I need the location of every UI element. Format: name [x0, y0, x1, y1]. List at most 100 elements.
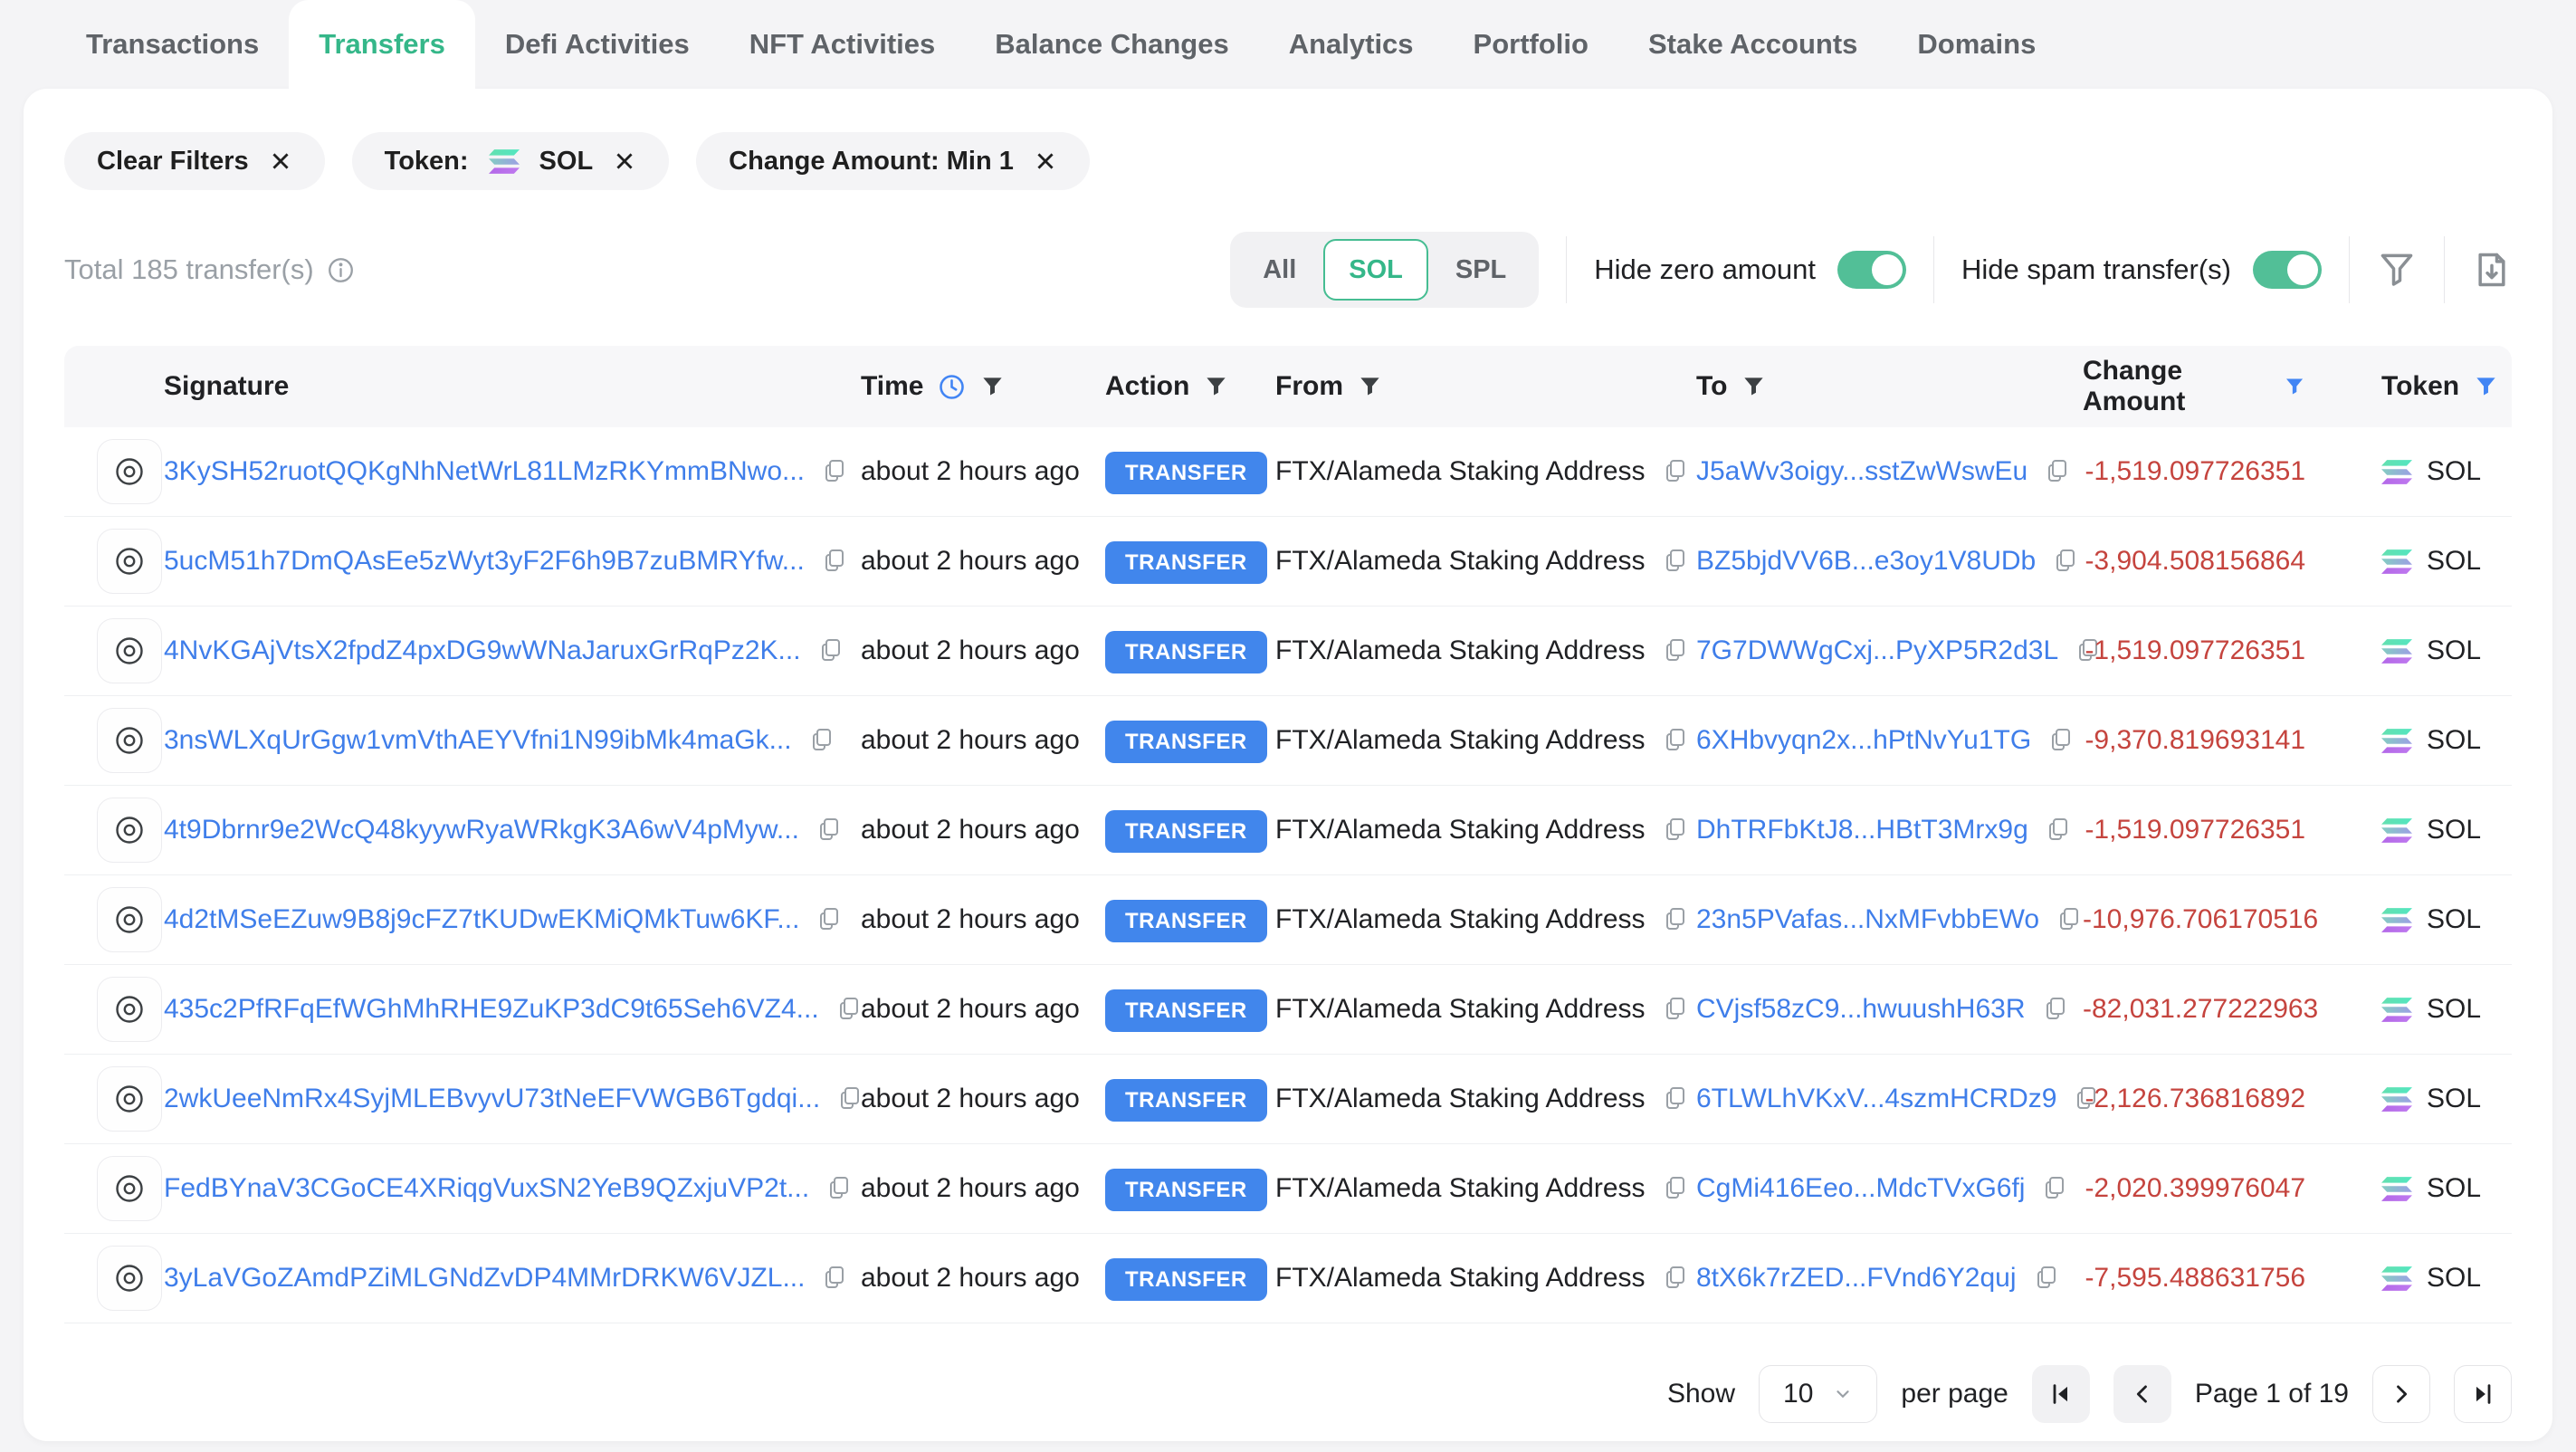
segmented-option[interactable]: SOL [1323, 239, 1428, 301]
first-page-button[interactable] [2032, 1365, 2090, 1423]
tab[interactable]: Portfolio [1444, 0, 1618, 89]
info-icon[interactable] [327, 256, 355, 284]
close-icon[interactable] [613, 149, 636, 173]
signature-link[interactable]: 4NvKGAjVtsX2fpdZ4pxDG9wWNaJaruxGrRqPz2K.… [164, 635, 801, 666]
copy-to-button[interactable] [2045, 817, 2072, 844]
filter-icon[interactable] [1741, 375, 1766, 399]
filter-icon-active[interactable] [2284, 375, 2305, 399]
copy-from-button[interactable] [1662, 996, 1689, 1023]
segmented-option[interactable]: All [1237, 239, 1321, 301]
preview-button[interactable] [97, 439, 162, 504]
close-icon[interactable] [269, 149, 292, 173]
tab[interactable]: Balance Changes [965, 0, 1258, 89]
copy-signature-button[interactable] [817, 637, 844, 664]
next-page-button[interactable] [2372, 1365, 2430, 1423]
copy-signature-button[interactable] [816, 906, 843, 933]
divider [1933, 236, 1934, 303]
column-change-amount: Change Amount [2083, 356, 2309, 417]
to-address-link[interactable]: 23n5PVafas...NxMFvbbEWo [1696, 904, 2039, 935]
to-address-link[interactable]: 7G7DWWgCxj...PyXP5R2d3L [1696, 635, 2058, 666]
preview-button[interactable] [97, 1156, 162, 1221]
copy-signature-button[interactable] [821, 458, 848, 485]
from-cell: FTX/Alameda Staking Address [1268, 815, 1689, 845]
last-page-button[interactable] [2454, 1365, 2512, 1423]
tab[interactable]: Domains [1887, 0, 2066, 89]
copy-to-button[interactable] [2052, 548, 2079, 575]
preview-icon [114, 1173, 145, 1204]
preview-button[interactable] [97, 1246, 162, 1311]
segmented-option[interactable]: SPL [1430, 239, 1531, 301]
copy-signature-button[interactable] [835, 996, 863, 1023]
copy-to-button[interactable] [2044, 458, 2071, 485]
copy-from-button[interactable] [1662, 727, 1689, 754]
copy-to-button[interactable] [2042, 996, 2069, 1023]
copy-to-button[interactable] [2041, 1175, 2068, 1202]
page-size-select[interactable]: 10 [1759, 1365, 1877, 1423]
copy-signature-button[interactable] [836, 1085, 863, 1113]
prev-page-button[interactable] [2113, 1365, 2171, 1423]
to-address-link[interactable]: 8tX6k7rZED...FVnd6Y2quj [1696, 1263, 2017, 1294]
copy-from-button[interactable] [1662, 637, 1689, 664]
tab[interactable]: Defi Activities [475, 0, 720, 89]
tab[interactable]: Transactions [56, 0, 289, 89]
signature-link[interactable]: 4t9Dbrnr9e2WcQ48kyywRyaWRkgK3A6wV4pMyw..… [164, 815, 799, 845]
preview-button[interactable] [97, 529, 162, 594]
to-address-link[interactable]: J5aWv3oigy...sstZwWswEu [1696, 456, 2027, 487]
hide-spam-toggle[interactable] [2253, 251, 2322, 289]
copy-from-button[interactable] [1662, 1175, 1689, 1202]
copy-from-button[interactable] [1662, 817, 1689, 844]
copy-signature-button[interactable] [821, 1265, 848, 1292]
copy-signature-button[interactable] [816, 817, 843, 844]
to-address-link[interactable]: CgMi416Eeo...MdcTVxG6fj [1696, 1173, 2025, 1204]
filter-icon[interactable] [1204, 375, 1228, 399]
to-address-link[interactable]: 6XHbvyqn2x...hPtNvYu1TG [1696, 725, 2031, 756]
copy-signature-button[interactable] [825, 1175, 853, 1202]
copy-from-button[interactable] [1662, 458, 1689, 485]
clock-icon[interactable] [938, 373, 966, 401]
signature-link[interactable]: 5ucM51h7DmQAsEe5zWyt3yF2F6h9B7zuBMRYfw..… [164, 546, 805, 577]
hide-zero-toggle[interactable] [1837, 251, 1906, 289]
copy-to-button[interactable] [2056, 906, 2083, 933]
copy-from-button[interactable] [1662, 1265, 1689, 1292]
copy-from-button[interactable] [1662, 906, 1689, 933]
tab[interactable]: Stake Accounts [1618, 0, 1887, 89]
to-address-link[interactable]: DhTRFbKtJ8...HBtT3Mrx9g [1696, 815, 2028, 845]
to-address-link[interactable]: BZ5bjdVV6B...e3oy1V8UDb [1696, 546, 2036, 577]
copy-signature-button[interactable] [808, 727, 835, 754]
signature-link[interactable]: 3yLaVGoZAmdPZiMLGNdZvDP4MMrDRKW6VJZL... [164, 1263, 805, 1294]
tab[interactable]: Transfers [289, 0, 475, 89]
download-button[interactable] [2472, 250, 2512, 290]
filter-icon[interactable] [1358, 375, 1382, 399]
copy-to-button[interactable] [2033, 1265, 2060, 1292]
to-address-link[interactable]: 6TLWLhVKxV...4szmHCRDz9 [1696, 1084, 2056, 1114]
action-cell: TRANSFER [1105, 725, 1268, 756]
preview-button[interactable] [97, 1066, 162, 1132]
token-symbol: SOL [2427, 815, 2481, 845]
preview-button[interactable] [97, 618, 162, 683]
change-amount-filter-chip[interactable]: Change Amount: Min 1 [696, 132, 1090, 190]
preview-button[interactable] [97, 708, 162, 773]
filter-button[interactable] [2377, 250, 2417, 290]
tab[interactable]: Analytics [1259, 0, 1444, 89]
preview-button[interactable] [97, 798, 162, 863]
preview-button[interactable] [97, 887, 162, 952]
copy-from-button[interactable] [1662, 548, 1689, 575]
copy-to-button[interactable] [2047, 727, 2075, 754]
token-filter-chip[interactable]: Token: SOL [352, 132, 670, 190]
signature-link[interactable]: 435c2PfRFqEfWGhMhRHE9ZuKP3dC9t65Seh6VZ4.… [164, 994, 819, 1025]
preview-button[interactable] [97, 977, 162, 1042]
signature-link[interactable]: 2wkUeeNmRx4SyjMLEBvyvU73tNeEFVWGB6Tgdqi.… [164, 1084, 820, 1114]
signature-link[interactable]: 3KySH52ruotQQKgNhNetWrL81LMzRKYmmBNwo... [164, 456, 805, 487]
copy-from-button[interactable] [1662, 1085, 1689, 1113]
close-icon[interactable] [1034, 149, 1057, 173]
filter-icon[interactable] [980, 375, 1005, 399]
signature-link[interactable]: FedBYnaV3CGoCE4XRiqgVuxSN2YeB9QZxjuVP2t.… [164, 1173, 809, 1204]
tab[interactable]: NFT Activities [720, 0, 966, 89]
signature-link[interactable]: 4d2tMSeEZuw9B8j9cFZ7tKUDwEKMiQMkTuw6KF..… [164, 904, 799, 935]
copy-signature-button[interactable] [821, 548, 848, 575]
to-address-link[interactable]: CVjsf58zC9...hwuushH63R [1696, 994, 2026, 1025]
filter-icon-active[interactable] [2474, 375, 2498, 399]
signature-link[interactable]: 3nsWLXqUrGgw1vmVthAEYVfni1N99ibMk4maGk..… [164, 725, 792, 756]
token-filter-value: SOL [539, 147, 594, 177]
clear-filters-chip[interactable]: Clear Filters [64, 132, 325, 190]
